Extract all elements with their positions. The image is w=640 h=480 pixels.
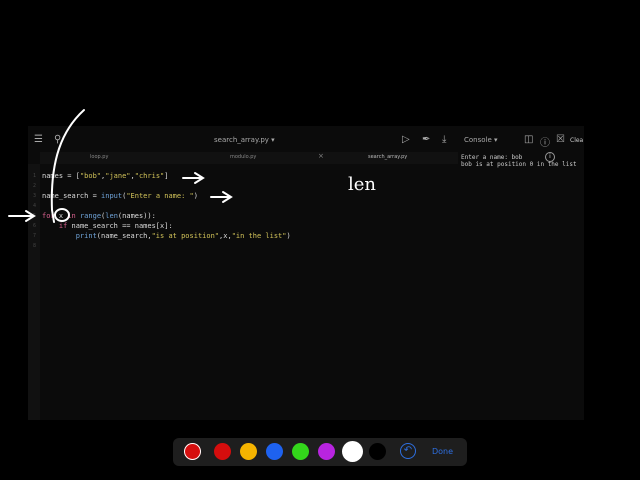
ink-arrow-1 (182, 172, 205, 184)
color-swatch[interactable] (240, 443, 257, 460)
done-button[interactable]: Done (432, 447, 453, 456)
color-swatch[interactable] (369, 443, 386, 460)
undo-icon[interactable]: ↶ (400, 443, 416, 459)
ink-arrow-2 (210, 191, 233, 203)
ink-overlay (8, 109, 233, 223)
drawing-palette: ↶ Done (173, 438, 467, 466)
ink-circle (54, 208, 70, 222)
color-swatch[interactable] (214, 443, 231, 460)
color-swatch[interactable] (344, 443, 361, 460)
ink-arrow-3 (8, 210, 36, 222)
color-swatch[interactable] (292, 443, 309, 460)
color-swatch[interactable] (266, 443, 283, 460)
color-swatch[interactable] (318, 443, 335, 460)
ink-curve (50, 109, 85, 223)
marker-tool[interactable] (184, 443, 201, 460)
